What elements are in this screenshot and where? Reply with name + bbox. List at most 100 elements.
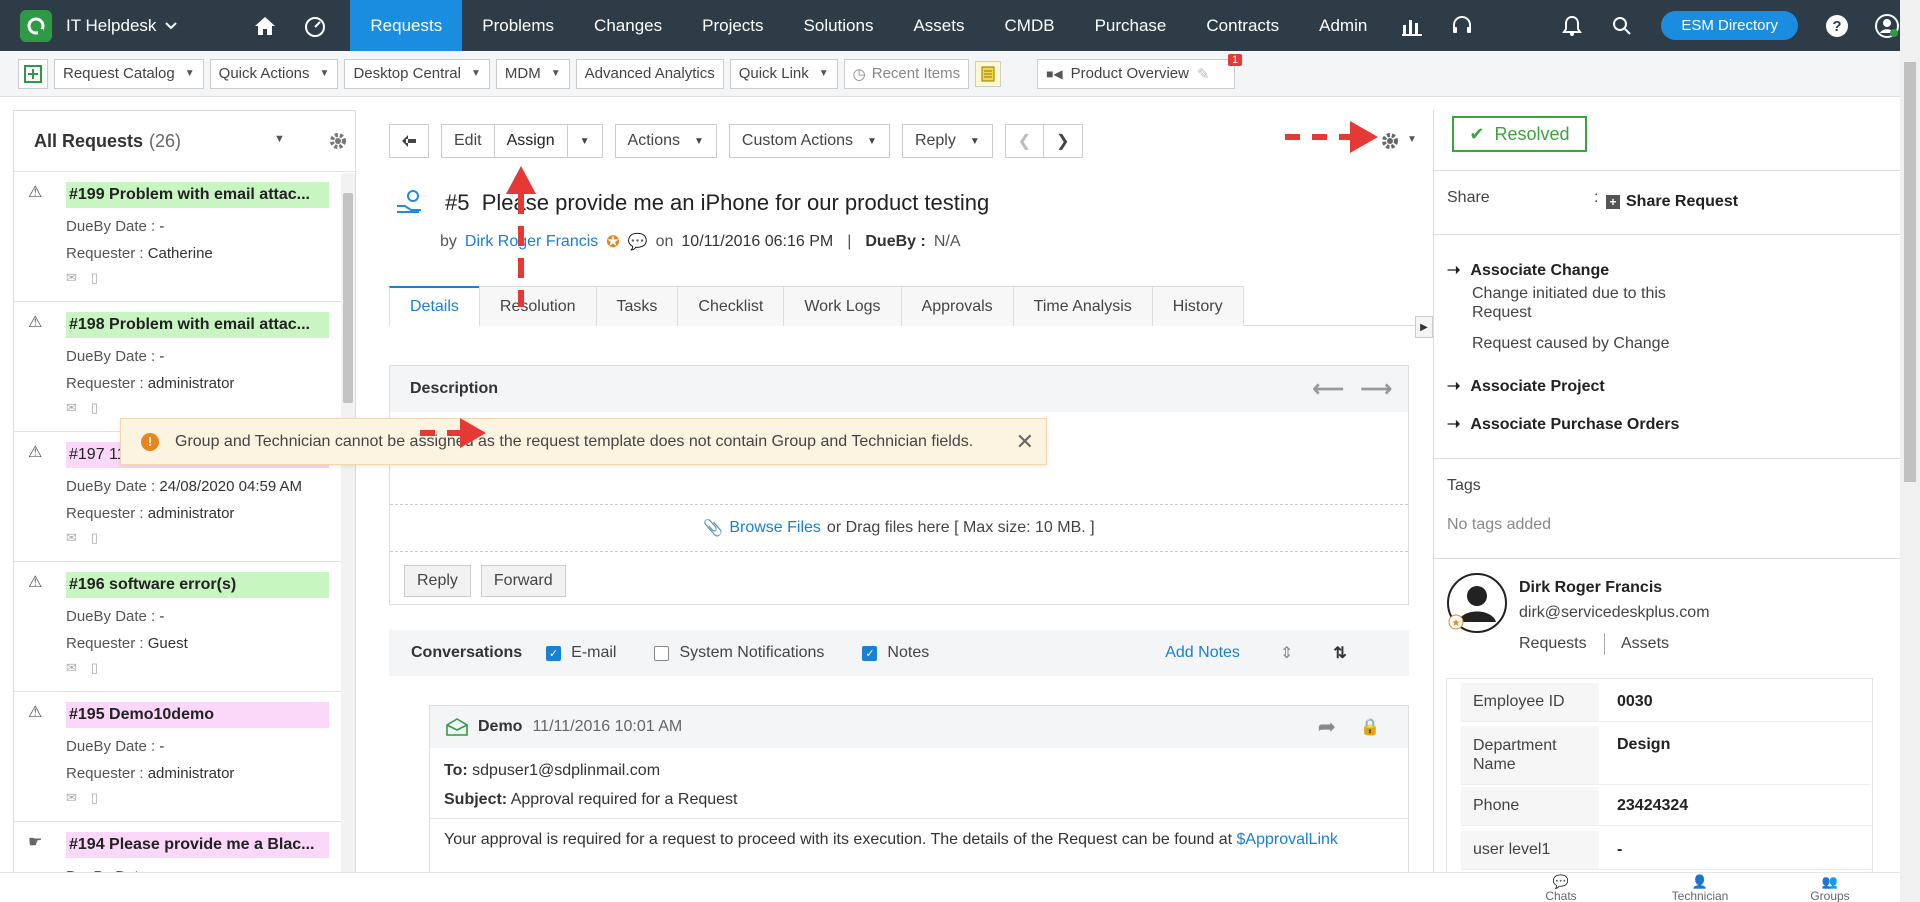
- add-notes-link[interactable]: Add Notes: [1165, 644, 1240, 662]
- search-icon[interactable]: [1597, 0, 1647, 51]
- dashboard-icon[interactable]: [290, 0, 340, 51]
- mdm-dropdown[interactable]: MDM ▼: [495, 58, 570, 89]
- list-scrollbar[interactable]: [341, 173, 355, 902]
- page-scrollbar[interactable]: [1900, 0, 1920, 902]
- headset-icon[interactable]: [1437, 0, 1487, 51]
- email-header[interactable]: Demo 11/11/2016 10:01 AM ➦ 🔒: [430, 706, 1408, 748]
- status-badge[interactable]: ✔ Resolved: [1452, 116, 1587, 152]
- nav-changes[interactable]: Changes: [574, 0, 682, 51]
- tab-resolution[interactable]: Resolution: [478, 286, 597, 326]
- add-note-icon[interactable]: ▯: [91, 400, 98, 416]
- envelope-icon[interactable]: ✉: [66, 530, 77, 546]
- list-item-title[interactable]: #196 software error(s): [66, 572, 329, 598]
- assign-button[interactable]: Assign: [494, 124, 568, 158]
- reports-icon[interactable]: [1387, 0, 1437, 51]
- sort-order-icon[interactable]: ⇅: [1333, 643, 1346, 663]
- settings-gear-icon[interactable]: [1380, 131, 1400, 151]
- back-button[interactable]: [389, 124, 429, 158]
- associate-project-link[interactable]: ➝ Associate Project: [1447, 376, 1605, 396]
- assign-dropdown-button[interactable]: ▼: [567, 124, 603, 158]
- checkbox-checked-icon[interactable]: ✓: [546, 645, 562, 661]
- tab-approvals[interactable]: Approvals: [900, 286, 1014, 326]
- add-note-icon[interactable]: ▯: [91, 270, 98, 286]
- close-icon[interactable]: ✕: [1016, 429, 1034, 455]
- app-switcher[interactable]: IT Helpdesk: [66, 16, 178, 36]
- advanced-analytics-button[interactable]: Advanced Analytics: [575, 58, 724, 89]
- scroll-thumb[interactable]: [343, 193, 353, 403]
- nav-admin[interactable]: Admin: [1299, 0, 1387, 51]
- new-request-icon[interactable]: [18, 58, 48, 89]
- groups-button[interactable]: 👥 Groups: [1800, 875, 1860, 902]
- nav-requests[interactable]: Requests: [350, 0, 463, 51]
- change-initiated-text[interactable]: Change initiated due to this Request: [1472, 284, 1672, 322]
- gear-icon[interactable]: [328, 131, 348, 151]
- tab-checklist[interactable]: Checklist: [677, 286, 785, 326]
- notification-bell-icon[interactable]: [1547, 0, 1597, 51]
- list-item[interactable]: ⚠ #196 software error(s) DueBy Date : - …: [14, 562, 355, 692]
- next-request-button[interactable]: ❯: [1044, 124, 1083, 158]
- request-caused-by-change-text[interactable]: Request caused by Change: [1472, 335, 1669, 353]
- email-filter-checkbox[interactable]: ✓ E-mail: [546, 644, 616, 662]
- lock-icon[interactable]: 🔒: [1360, 717, 1380, 737]
- nav-purchase[interactable]: Purchase: [1075, 0, 1187, 51]
- chat-bubble-icon[interactable]: 💬: [628, 232, 648, 252]
- reply-dropdown[interactable]: Reply ▼: [901, 124, 993, 158]
- checkbox-unchecked-icon[interactable]: [654, 645, 670, 661]
- add-note-icon[interactable]: ▯: [91, 530, 98, 546]
- envelope-icon[interactable]: ✉: [66, 270, 77, 286]
- desktop-central-dropdown[interactable]: Desktop Central ▼: [344, 58, 490, 89]
- esm-directory-button[interactable]: ESM Directory: [1661, 11, 1798, 40]
- view-dropdown-caret-icon[interactable]: ▼: [274, 133, 285, 145]
- reply-arrow-icon[interactable]: ⟵: [1312, 376, 1344, 402]
- quick-actions-dropdown[interactable]: Quick Actions ▼: [209, 58, 339, 89]
- forward-button[interactable]: Forward: [480, 565, 566, 597]
- help-icon[interactable]: ?: [1812, 0, 1862, 51]
- expand-collapse-icon[interactable]: ⇕: [1280, 643, 1293, 663]
- tab-history[interactable]: History: [1151, 286, 1244, 326]
- list-item[interactable]: ⚠ #198 Problem with email attac... DueBy…: [14, 302, 355, 432]
- approval-link[interactable]: $ApprovalLink: [1237, 831, 1338, 848]
- list-item-title[interactable]: #194 Please provide me a Blac...: [66, 832, 329, 858]
- attachment-dropzone[interactable]: 📎 Browse Files or Drag files here [ Max …: [390, 504, 1408, 552]
- envelope-icon[interactable]: ✉: [66, 660, 77, 676]
- envelope-icon[interactable]: ✉: [66, 400, 77, 416]
- chats-button[interactable]: 💬 Chats: [1531, 875, 1591, 902]
- reply-button[interactable]: Reply: [404, 565, 471, 597]
- view-title[interactable]: All Requests: [34, 131, 143, 152]
- requester-assets-link[interactable]: Assets: [1621, 635, 1669, 653]
- list-item-title[interactable]: #198 Problem with email attac...: [66, 312, 329, 338]
- add-note-icon[interactable]: ▯: [91, 660, 98, 676]
- browse-files-link[interactable]: Browse Files: [729, 519, 821, 537]
- tab-details[interactable]: Details: [389, 286, 480, 326]
- notes-filter-checkbox[interactable]: ✓ Notes: [862, 644, 929, 662]
- tab-tasks[interactable]: Tasks: [595, 286, 679, 326]
- technician-button[interactable]: 👤 Technician: [1665, 875, 1735, 902]
- tab-time-analysis[interactable]: Time Analysis: [1012, 286, 1153, 326]
- scroll-thumb[interactable]: [1904, 62, 1916, 482]
- list-item[interactable]: ⚠ #199 Problem with email attac... DueBy…: [14, 172, 355, 302]
- system-notifications-checkbox[interactable]: System Notifications: [654, 644, 824, 662]
- app-logo[interactable]: [20, 9, 52, 42]
- collapse-right-panel-button[interactable]: ▶: [1415, 316, 1433, 338]
- nav-problems[interactable]: Problems: [462, 0, 574, 51]
- nav-projects[interactable]: Projects: [682, 0, 783, 51]
- request-catalog-dropdown[interactable]: Request Catalog ▼: [54, 58, 204, 89]
- share-request-button[interactable]: + Share Request: [1606, 193, 1738, 211]
- list-item-title[interactable]: #199 Problem with email attac...: [66, 182, 329, 208]
- nav-assets[interactable]: Assets: [893, 0, 984, 51]
- associate-change-link[interactable]: ➝ Associate Change: [1447, 260, 1609, 280]
- home-icon[interactable]: [240, 0, 290, 51]
- list-item-title[interactable]: #195 Demo10demo: [66, 702, 329, 728]
- notes-pad-icon[interactable]: [975, 60, 1002, 87]
- recent-items-button[interactable]: ◷ Recent Items: [843, 58, 970, 89]
- quick-link-dropdown[interactable]: Quick Link ▼: [729, 58, 838, 89]
- tab-work-logs[interactable]: Work Logs: [783, 286, 902, 326]
- nav-solutions[interactable]: Solutions: [784, 0, 894, 51]
- add-note-icon[interactable]: ▯: [91, 790, 98, 806]
- edit-button[interactable]: Edit: [441, 124, 495, 158]
- list-item[interactable]: ⚠ #195 Demo10demo DueBy Date : - Request…: [14, 692, 355, 822]
- checkbox-checked-icon[interactable]: ✓: [862, 645, 878, 661]
- actions-dropdown[interactable]: Actions ▼: [614, 124, 717, 158]
- forward-arrow-icon[interactable]: ⟶: [1360, 376, 1392, 402]
- nav-contracts[interactable]: Contracts: [1186, 0, 1299, 51]
